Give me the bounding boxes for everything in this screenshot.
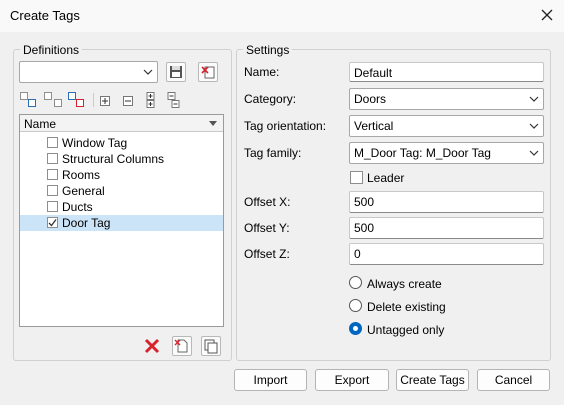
orientation-select[interactable]: Vertical [349, 115, 544, 137]
list-header[interactable]: Name [20, 115, 223, 132]
toolbar-separator [93, 93, 94, 107]
radio-always-create-label: Always create [367, 277, 442, 291]
name-input-value: Default [354, 66, 393, 80]
close-button[interactable] [536, 4, 558, 26]
orientation-label: Tag orientation: [244, 119, 327, 133]
offset-x-value: 500 [354, 195, 375, 209]
list-item-checkbox[interactable] [47, 201, 58, 212]
definitions-combo[interactable] [19, 61, 158, 83]
category-select[interactable]: Doors [349, 88, 544, 110]
leader-label: Leader [367, 171, 405, 185]
list-item-label: General [62, 184, 105, 198]
chevron-down-icon [143, 69, 153, 75]
settings-group-label: Settings [243, 43, 293, 57]
list-item-checkbox[interactable] [47, 185, 58, 196]
check-all-icon[interactable] [20, 92, 40, 108]
export-button[interactable]: Export [315, 369, 389, 391]
invert-check-icon[interactable] [68, 92, 88, 108]
expand-icon[interactable] [100, 95, 110, 106]
radio-delete-existing-label: Delete existing [367, 300, 446, 314]
import-button[interactable]: Import [234, 369, 307, 391]
new-definition-button[interactable] [172, 336, 192, 356]
list-item[interactable]: Window Tag [20, 135, 223, 151]
chevron-down-icon [529, 150, 539, 156]
radio-untagged-only-label: Untagged only [367, 323, 445, 337]
offset-z-input[interactable]: 0 [349, 243, 544, 265]
radio-always-create[interactable] [349, 276, 362, 289]
leader-checkbox[interactable] [350, 171, 363, 184]
radio-delete-existing[interactable] [349, 299, 362, 312]
family-label: Tag family: [244, 146, 302, 160]
offset-z-label: Offset Z: [244, 247, 290, 261]
collapse-icon[interactable] [123, 95, 133, 106]
copy-definition-button[interactable] [201, 336, 221, 356]
list-header-name: Name [24, 117, 57, 131]
list-item-checkbox[interactable] [47, 137, 58, 148]
import-definition-button[interactable] [198, 62, 218, 82]
chevron-down-icon [529, 96, 539, 102]
create-tags-button[interactable]: Create Tags [396, 369, 469, 391]
family-select-value: M_Door Tag: M_Door Tag [354, 146, 491, 160]
sort-down-icon [209, 121, 217, 126]
orientation-select-value: Vertical [354, 119, 394, 133]
list-item[interactable]: Structural Columns [20, 151, 223, 167]
offset-z-value: 0 [354, 247, 361, 261]
list-item-checkbox[interactable] [47, 153, 58, 164]
name-input[interactable]: Default [349, 62, 544, 82]
list-item[interactable]: Door Tag [20, 215, 223, 231]
chevron-down-icon [529, 123, 539, 129]
family-select[interactable]: M_Door Tag: M_Door Tag [349, 142, 544, 164]
copy-icon [204, 339, 218, 354]
list-item[interactable]: General [20, 183, 223, 199]
offset-y-input[interactable]: 500 [349, 217, 544, 239]
delete-definition-button[interactable] [142, 336, 162, 356]
uncheck-all-icon[interactable] [44, 92, 64, 108]
window-title: Create Tags [10, 8, 80, 23]
offset-y-label: Offset Y: [244, 221, 290, 235]
category-label: Category: [244, 92, 297, 106]
list-item-checkbox[interactable] [47, 169, 58, 180]
expand-all-icon[interactable] [146, 92, 156, 108]
radio-untagged-only[interactable] [349, 322, 362, 335]
cancel-button[interactable]: Cancel [477, 369, 550, 391]
save-button[interactable] [166, 62, 186, 82]
definitions-group-label: Definitions [20, 43, 83, 57]
collapse-all-icon[interactable] [167, 92, 181, 108]
definitions-list[interactable]: Name Window Tag Structural Columns Rooms Ge… [19, 114, 224, 327]
list-item-label: Rooms [62, 168, 101, 182]
list-item-label: Door Tag [62, 216, 111, 230]
list-item[interactable]: Rooms [20, 167, 223, 183]
list-item[interactable]: Ducts [20, 199, 223, 215]
category-select-value: Doors [354, 92, 387, 106]
title-bar [0, 0, 564, 32]
name-label: Name: [244, 65, 280, 79]
checkmark-icon [48, 219, 57, 227]
offset-x-input[interactable]: 500 [349, 191, 544, 213]
offset-x-label: Offset X: [244, 195, 291, 209]
save-icon [170, 66, 182, 78]
document-import-icon [201, 66, 215, 79]
list-item-label: Structural Columns [62, 152, 165, 166]
close-icon [541, 9, 553, 21]
list-item-label: Window Tag [62, 136, 128, 150]
list-item-label: Ducts [62, 200, 93, 214]
list-item-checkbox[interactable] [47, 217, 58, 228]
offset-y-value: 500 [354, 221, 375, 235]
delete-icon [144, 338, 160, 354]
new-document-icon [174, 339, 188, 353]
